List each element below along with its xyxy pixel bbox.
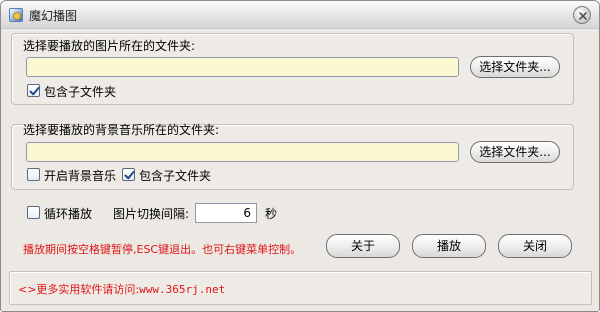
main-window: 魔幻播图 选择要播放的图片所在的文件夹: 选择文件夹... 包含子文件夹 选择要…	[0, 0, 600, 312]
usage-hint-text: 播放期间按空格键暂停,ESC键退出。也可右键菜单控制。	[23, 243, 302, 256]
enable-music-label: 开启背景音乐	[44, 169, 117, 183]
loop-checkbox[interactable]	[27, 206, 40, 219]
enable-music-checkbox[interactable]	[27, 168, 40, 181]
footer-link[interactable]: <>更多实用软件请访问:www.365rj.net	[18, 281, 225, 297]
close-icon	[579, 12, 587, 20]
music-include-subfolders-checkbox[interactable]	[122, 168, 135, 181]
loop-label: 循环播放	[44, 207, 93, 221]
footer-url[interactable]: www.365rj.net	[139, 283, 225, 296]
interval-input[interactable]	[195, 203, 257, 223]
images-folder-label: 选择要播放的图片所在的文件夹:	[23, 39, 196, 53]
images-browse-button[interactable]: 选择文件夹...	[470, 56, 560, 78]
music-folder-path-input[interactable]	[26, 142, 459, 162]
footer-panel: <>更多实用软件请访问:www.365rj.net	[9, 271, 592, 305]
music-browse-button[interactable]: 选择文件夹...	[470, 141, 560, 163]
images-include-subfolders-checkbox[interactable]	[27, 84, 40, 97]
images-folder-path-input[interactable]	[26, 57, 459, 77]
about-button[interactable]: 关于	[326, 234, 400, 258]
interval-unit-label: 秒	[265, 207, 278, 221]
checkmark-icon	[124, 171, 135, 180]
app-picture-icon	[9, 8, 23, 22]
close-button[interactable]: 关闭	[498, 234, 572, 258]
window-title: 魔幻播图	[29, 9, 78, 23]
images-include-subfolders-label: 包含子文件夹	[44, 85, 117, 99]
interval-label: 图片切换间隔:	[113, 207, 190, 221]
play-button[interactable]: 播放	[412, 234, 486, 258]
window-close-button[interactable]	[573, 6, 591, 24]
music-folder-label: 选择要播放的背景音乐所在的文件夹:	[23, 123, 220, 137]
music-include-subfolders-label: 包含子文件夹	[139, 169, 212, 183]
checkmark-icon	[29, 87, 40, 96]
footer-prefix: <>更多实用软件请访问:	[18, 283, 140, 296]
title-bar[interactable]: 魔幻播图	[1, 1, 599, 29]
